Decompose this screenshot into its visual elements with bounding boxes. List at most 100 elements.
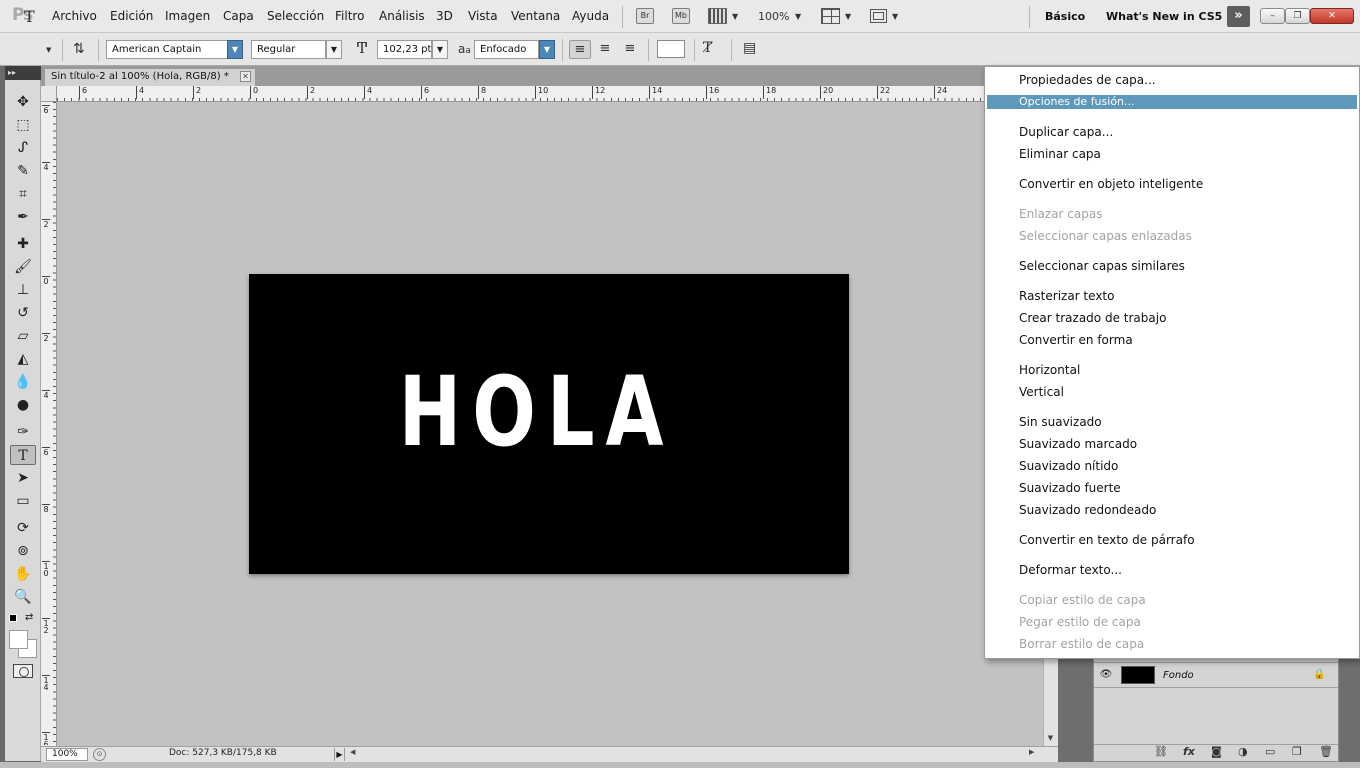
menu-item-suavizado-marcado[interactable]: Suavizado marcado bbox=[1019, 436, 1137, 452]
font-style-dropdown[interactable]: ▼ bbox=[326, 40, 342, 59]
workspace-basico[interactable]: Básico bbox=[1045, 10, 1085, 23]
zoom-field[interactable]: 100% bbox=[46, 748, 88, 761]
menu-item-convertir-en-forma[interactable]: Convertir en forma bbox=[1019, 332, 1133, 348]
horizontal-ruler[interactable] bbox=[57, 86, 1043, 102]
chevron-down-icon[interactable]: ▼ bbox=[845, 12, 851, 21]
menu-item-propiedades-de-capa[interactable]: Propiedades de capa... bbox=[1019, 72, 1156, 88]
warp-text-icon[interactable]: Ⱦ bbox=[703, 40, 712, 57]
menu-filtro[interactable]: Filtro bbox=[335, 9, 364, 23]
trash-icon[interactable]: 🗑 bbox=[1319, 745, 1333, 759]
group-icon[interactable]: ▭ bbox=[1265, 745, 1275, 759]
quick-mask-icon[interactable] bbox=[13, 664, 33, 678]
align-left-button[interactable]: ≡ bbox=[569, 40, 591, 59]
status-menu-arrow-icon[interactable]: ▶ bbox=[334, 748, 345, 761]
lasso-tool-icon[interactable]: ᔑ bbox=[10, 138, 36, 158]
eye-icon[interactable]: 👁 bbox=[1099, 668, 1113, 682]
menu-edicion[interactable]: Edición bbox=[110, 9, 153, 23]
scroll-left-icon[interactable]: ◀ bbox=[350, 748, 355, 756]
eyedropper-tool-icon[interactable]: ✒ bbox=[10, 207, 36, 227]
swap-colors-icon[interactable]: ⇄ bbox=[25, 612, 33, 623]
align-center-button[interactable]: ≡ bbox=[594, 40, 616, 59]
eraser-tool-icon[interactable]: ▱ bbox=[10, 326, 36, 346]
screen-mode-icon[interactable] bbox=[870, 9, 887, 23]
menu-3d[interactable]: 3D bbox=[436, 9, 453, 23]
menu-item-seleccionar-capas-similares[interactable]: Seleccionar capas similares bbox=[1019, 258, 1185, 274]
new-layer-icon[interactable]: ❐ bbox=[1292, 745, 1302, 759]
menu-item-opciones-de-fusion[interactable]: Opciones de fusión... bbox=[1019, 95, 1135, 109]
document-tab[interactable]: Sin título-2 al 100% (Hola, RGB/8) * bbox=[44, 68, 256, 86]
status-info-icon[interactable]: ⊙ bbox=[93, 748, 106, 761]
path-selection-tool-icon[interactable]: ➤ bbox=[10, 468, 36, 488]
menu-seleccion[interactable]: Selección bbox=[267, 9, 324, 23]
zoom-tool-icon[interactable]: 🔍 bbox=[10, 587, 36, 607]
menu-item-eliminar-capa[interactable]: Eliminar capa bbox=[1019, 146, 1101, 162]
vertical-ruler[interactable] bbox=[41, 102, 57, 746]
hand-tool-icon[interactable]: ✋ bbox=[10, 564, 36, 584]
menu-imagen[interactable]: Imagen bbox=[165, 9, 210, 23]
menu-vista[interactable]: Vista bbox=[468, 9, 498, 23]
pen-tool-icon[interactable]: ✑ bbox=[10, 422, 36, 442]
menu-ventana[interactable]: Ventana bbox=[511, 9, 560, 23]
3d-orbit-tool-icon[interactable]: ⊚ bbox=[10, 541, 36, 561]
menu-item-suavizado-fuerte[interactable]: Suavizado fuerte bbox=[1019, 480, 1121, 496]
chevron-down-icon[interactable]: ▼ bbox=[892, 12, 898, 21]
minimize-button[interactable]: – bbox=[1260, 8, 1285, 24]
character-panel-icon[interactable]: ▤ bbox=[743, 40, 756, 57]
crop-tool-icon[interactable]: ⌗ bbox=[10, 184, 36, 204]
font-family-dropdown[interactable]: ▼ bbox=[227, 40, 243, 59]
paint-bucket-tool-icon[interactable]: ◭ bbox=[10, 349, 36, 369]
dodge-tool-icon[interactable]: ● bbox=[10, 395, 36, 415]
menu-item-rasterizar-texto[interactable]: Rasterizar texto bbox=[1019, 288, 1114, 304]
font-size-dropdown[interactable]: ▼ bbox=[432, 40, 448, 59]
antialias-dropdown[interactable]: ▼ bbox=[539, 40, 555, 59]
minibridge-button[interactable]: Mb bbox=[672, 8, 690, 24]
menu-item-duplicar-capa[interactable]: Duplicar capa... bbox=[1019, 124, 1113, 140]
adjustment-icon[interactable]: ◑ bbox=[1238, 745, 1248, 759]
extras-icon[interactable] bbox=[708, 8, 727, 24]
font-style-field[interactable]: Regular bbox=[251, 40, 326, 59]
fx-icon[interactable]: fx bbox=[1183, 745, 1195, 759]
menu-item-suavizado-nitido[interactable]: Suavizado nítido bbox=[1019, 458, 1118, 474]
link-icon[interactable]: ⛓ bbox=[1154, 745, 1168, 759]
scroll-right-icon[interactable]: ▶ bbox=[1029, 748, 1034, 756]
3d-rotate-tool-icon[interactable]: ⟳ bbox=[10, 518, 36, 538]
history-brush-tool-icon[interactable]: ↺ bbox=[10, 303, 36, 323]
foreground-color-swatch[interactable] bbox=[9, 630, 28, 649]
chevron-down-icon[interactable]: ▼ bbox=[46, 46, 51, 54]
bridge-button[interactable]: Br bbox=[636, 8, 654, 24]
layer-name[interactable]: Fondo bbox=[1163, 670, 1194, 681]
menu-item-sin-suavizado[interactable]: Sin suavizado bbox=[1019, 414, 1102, 430]
menu-item-deformar-texto[interactable]: Deformar texto... bbox=[1019, 562, 1122, 578]
type-tool-icon[interactable]: T bbox=[24, 8, 35, 25]
menu-item-convertir-texto-parrafo[interactable]: Convertir en texto de párrafo bbox=[1019, 532, 1195, 548]
close-button[interactable]: ✕ bbox=[1310, 8, 1354, 24]
brush-tool-icon[interactable]: 🖌 bbox=[10, 257, 36, 277]
quick-selection-tool-icon[interactable]: ✎ bbox=[10, 161, 36, 181]
menu-item-horizontal[interactable]: Horizontal bbox=[1019, 362, 1080, 378]
menu-item-suavizado-redondeado[interactable]: Suavizado redondeado bbox=[1019, 502, 1156, 518]
zoom-level[interactable]: 100% bbox=[758, 10, 789, 23]
menu-item-vertical[interactable]: Vertical bbox=[1019, 384, 1064, 400]
toggle-orientation-icon[interactable]: ⇅ bbox=[73, 41, 85, 58]
chevron-down-icon[interactable]: ▼ bbox=[732, 12, 738, 21]
align-right-button[interactable]: ≡ bbox=[619, 40, 641, 59]
antialias-field[interactable]: Enfocado bbox=[474, 40, 539, 59]
menu-ayuda[interactable]: Ayuda bbox=[572, 9, 609, 23]
default-colors-icon[interactable] bbox=[9, 614, 17, 622]
more-workspaces-button[interactable]: » bbox=[1227, 6, 1250, 27]
scroll-down-icon[interactable]: ▼ bbox=[1043, 730, 1058, 746]
type-tool-icon[interactable]: T bbox=[10, 445, 36, 465]
restore-button[interactable]: ❐ bbox=[1285, 8, 1310, 24]
healing-brush-tool-icon[interactable]: ✚ bbox=[10, 234, 36, 254]
menu-item-convertir-objeto-inteligente[interactable]: Convertir en objeto inteligente bbox=[1019, 176, 1203, 192]
workspace-whats-new[interactable]: What's New in CS5 bbox=[1106, 10, 1222, 23]
tools-panel-header[interactable]: ▸▸ bbox=[5, 66, 41, 80]
move-tool-icon[interactable]: ✥ bbox=[10, 92, 36, 112]
chevron-down-icon[interactable]: ▼ bbox=[795, 12, 801, 21]
close-document-icon[interactable]: ✕ bbox=[240, 71, 251, 82]
clone-stamp-tool-icon[interactable]: ⊥ bbox=[10, 280, 36, 300]
blur-tool-icon[interactable]: 💧 bbox=[10, 372, 36, 392]
text-color-swatch[interactable] bbox=[657, 40, 685, 58]
menu-item-crear-trazado[interactable]: Crear trazado de trabajo bbox=[1019, 310, 1166, 326]
menu-analisis[interactable]: Análisis bbox=[379, 9, 425, 23]
